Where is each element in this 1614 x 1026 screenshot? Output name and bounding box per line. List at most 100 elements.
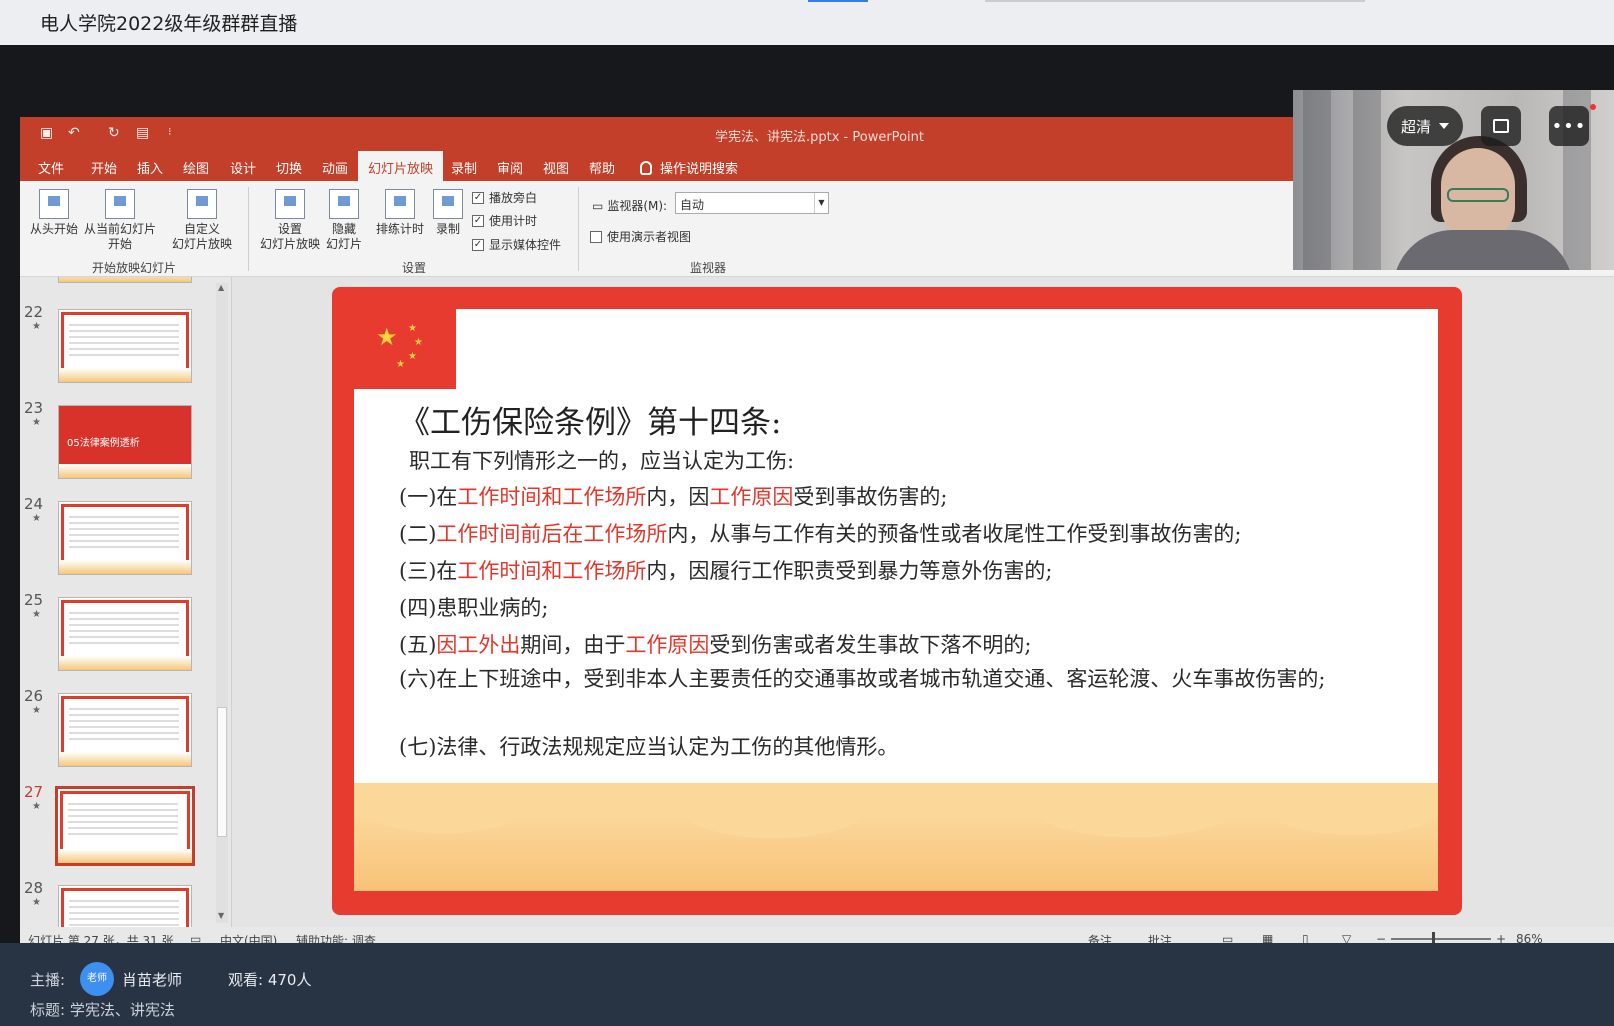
setup-slideshow-button[interactable]: 设置 幻灯片放映 xyxy=(258,189,322,252)
slide-thumbnail-24[interactable] xyxy=(58,501,192,575)
animation-star-icon: ★ xyxy=(32,513,41,524)
presenter-body xyxy=(1393,230,1573,270)
custom-slideshow-button[interactable]: 自定义 幻灯片放映 xyxy=(164,189,240,252)
tab-animations[interactable]: 动画 xyxy=(322,158,348,177)
slide-thumbnail-23[interactable]: 05法律案例透析 xyxy=(58,405,192,479)
tab-transitions[interactable]: 切换 xyxy=(276,158,302,177)
animation-star-icon: ★ xyxy=(32,321,41,332)
cloud-decoration xyxy=(354,783,1438,891)
notification-dot xyxy=(1590,104,1596,110)
slide-thumbnail-pane: 22 ★ 23 ★ 05法律案例透析 24 ★ 25 ★ 26 ★ 27 ★ 2… xyxy=(20,277,232,927)
monitor-icon: ▭ xyxy=(592,198,604,213)
hide-slide-icon xyxy=(329,189,359,219)
tell-me-search[interactable]: 操作说明搜索 xyxy=(640,158,738,177)
animation-star-icon: ★ xyxy=(32,801,41,812)
search-label: 操作说明搜索 xyxy=(660,162,739,177)
slide-thumbnail-26[interactable] xyxy=(58,693,192,767)
checkmark-icon: ✓ xyxy=(472,214,484,227)
group-label-start: 开始放映幻灯片 xyxy=(92,261,177,275)
clause-2: (二)工作时间前后在工作场所内，从事与工作有关的预备性或者收尾性工作受到事故伤害… xyxy=(399,522,1242,546)
slide-thumbnail-25[interactable] xyxy=(58,597,192,671)
thumbnail-number: 25 xyxy=(24,591,44,609)
customize-toolbar-icon: ⁝ xyxy=(168,125,172,138)
viewer-count: 观看: 470人 xyxy=(228,971,312,989)
scroll-down-icon[interactable]: ▼ xyxy=(218,911,224,920)
flag-corner: ★ ★ ★ ★ ★ xyxy=(354,309,456,389)
play-narration-checkbox[interactable]: ✓ 播放旁白 xyxy=(472,189,537,206)
scroll-up-icon[interactable]: ▲ xyxy=(218,283,224,292)
checkmark-icon: ✓ xyxy=(472,191,484,204)
tab-file[interactable]: 文件 xyxy=(38,158,64,177)
tab-slideshow[interactable]: 幻灯片放映 xyxy=(358,151,444,181)
undo-icon: ↶ xyxy=(68,125,80,141)
star-icon: ★ xyxy=(414,337,423,348)
from-current-button[interactable]: 从当前幻灯片 开始 xyxy=(82,189,158,252)
tab-insert[interactable]: 插入 xyxy=(137,158,163,177)
animation-star-icon: ★ xyxy=(32,705,41,716)
share-button[interactable] xyxy=(1481,106,1521,146)
ribbon-separator xyxy=(578,187,579,271)
from-start-button[interactable]: 从头开始 xyxy=(26,189,82,237)
monitor-select[interactable]: 自动 ▼ xyxy=(675,192,829,214)
record-button[interactable]: 录制 xyxy=(428,189,468,237)
zoom-slider[interactable] xyxy=(1391,938,1491,940)
slide-title: 《工伤保险条例》第十四条: xyxy=(399,405,782,441)
star-icon: ★ xyxy=(408,323,417,334)
star-icon: ★ xyxy=(408,351,417,362)
hide-slide-button[interactable]: 隐藏 幻灯片 xyxy=(322,189,366,252)
ribbon-separator xyxy=(248,187,249,271)
animation-star-icon: ★ xyxy=(32,417,41,428)
slide-thumbnail-28[interactable] xyxy=(58,885,192,927)
stream-topic: 标题: 学宪法、讲宪法 xyxy=(30,1001,175,1019)
avatar[interactable]: 老师 xyxy=(80,962,114,996)
slide-thumbnail-22[interactable] xyxy=(58,309,192,383)
presenter-glasses xyxy=(1447,188,1509,202)
slide-thumbnail-27[interactable] xyxy=(55,786,195,866)
lightbulb-icon xyxy=(640,160,652,175)
clause-3: (三)在工作时间和工作场所内，因履行工作职责受到暴力等意外伤害的; xyxy=(399,559,1053,583)
share-icon xyxy=(1493,119,1509,133)
document-title: 学宪法、讲宪法.pptx - PowerPoint xyxy=(715,130,924,145)
checkbox-empty-icon xyxy=(590,230,602,243)
present-icon: ▤ xyxy=(136,125,150,141)
group-label-setup: 设置 xyxy=(402,261,427,275)
animation-star-icon: ★ xyxy=(32,609,41,620)
slideshow-current-icon xyxy=(105,189,135,219)
thumbnail-number: 26 xyxy=(24,687,44,705)
custom-slideshow-icon xyxy=(187,189,217,219)
tab-design[interactable]: 设计 xyxy=(230,158,256,177)
save-icon: ▣ xyxy=(40,125,54,141)
slide-content: ★ ★ ★ ★ ★ 《工伤保险条例》第十四条: 职工有下列情形之一的，应当认定为… xyxy=(354,309,1438,891)
clause-7: (七)法律、行政法规规定应当认定为工伤的其他情形。 xyxy=(399,735,899,759)
tab-indicator xyxy=(808,0,868,2)
tab-view[interactable]: 视图 xyxy=(543,158,569,177)
tab-indicator-secondary xyxy=(985,0,1365,2)
rehearse-timings-button[interactable]: 排练计时 xyxy=(372,189,428,237)
stream-title: 电人学院2022级年级群群直播 xyxy=(40,13,298,35)
tab-draw[interactable]: 绘图 xyxy=(183,158,209,177)
redo-icon: ↻ xyxy=(108,125,120,141)
presenter-view-checkbox[interactable]: 使用演示者视图 xyxy=(590,228,691,245)
more-icon: ••• xyxy=(1551,115,1587,137)
tab-review[interactable]: 审阅 xyxy=(497,158,523,177)
stream-info-bar: 主播: 老师 肖苗老师 观看: 470人 标题: 学宪法、讲宪法 xyxy=(0,943,1614,1026)
group-label-monitor: 监视器 xyxy=(690,261,727,275)
host-label: 主播: xyxy=(30,971,66,989)
slide-thumbnail-21[interactable] xyxy=(58,277,192,283)
webcam-view: 超清 ••• xyxy=(1293,90,1614,270)
quality-selector[interactable]: 超清 xyxy=(1387,106,1463,146)
checkmark-icon: ✓ xyxy=(472,238,484,251)
slide-canvas: ★ ★ ★ ★ ★ 《工伤保险条例》第十四条: 职工有下列情形之一的，应当认定为… xyxy=(332,287,1462,915)
thumbnail-number: 23 xyxy=(24,399,44,417)
use-timings-checkbox[interactable]: ✓ 使用计时 xyxy=(472,212,537,229)
tab-home[interactable]: 开始 xyxy=(91,158,117,177)
thumbnail-number-active: 27 xyxy=(24,783,44,801)
clause-4: (四)患职业病的; xyxy=(399,596,549,620)
more-options-button[interactable]: ••• xyxy=(1549,106,1589,146)
tab-help[interactable]: 帮助 xyxy=(589,158,615,177)
chevron-down-icon: ▼ xyxy=(814,193,828,213)
thumbnail-scrollbar[interactable]: ▲ ▼ xyxy=(216,283,228,923)
tab-record[interactable]: 录制 xyxy=(451,158,477,177)
media-controls-checkbox[interactable]: ✓ 显示媒体控件 xyxy=(472,236,561,253)
scrollbar-thumb[interactable] xyxy=(217,707,227,837)
